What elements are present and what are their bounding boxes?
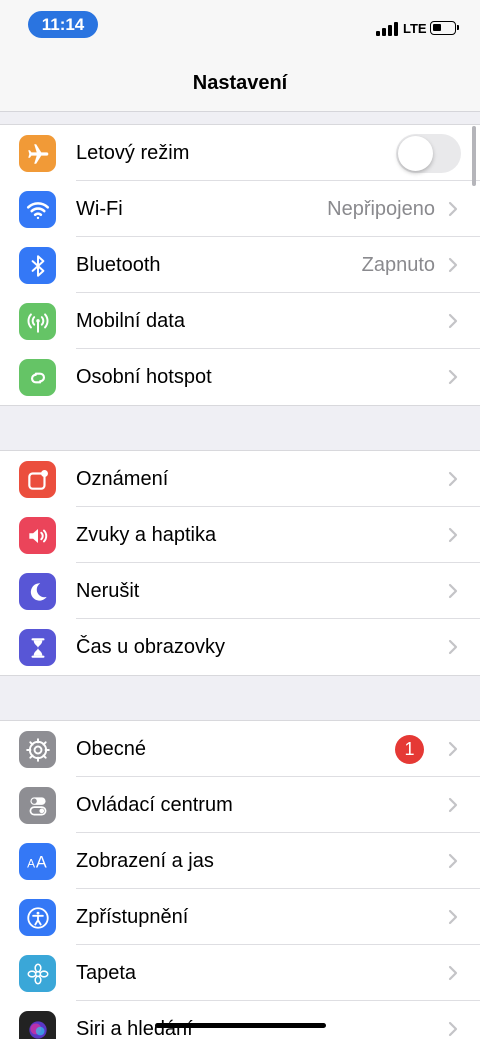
text-size-icon: AA	[19, 843, 56, 880]
row-label: Čas u obrazovky	[76, 635, 225, 658]
bluetooth-icon	[19, 247, 56, 284]
status-time[interactable]: 11:14	[28, 11, 98, 38]
page-title: Nastavení	[192, 72, 288, 94]
switches-icon	[19, 787, 56, 824]
row-label: Zobrazení a jas	[76, 849, 214, 872]
update-badge: 1	[395, 735, 424, 764]
chevron-right-icon	[448, 639, 458, 655]
chevron-right-icon	[448, 257, 458, 273]
row-label: Obecné	[76, 737, 147, 760]
chevron-right-icon	[448, 471, 458, 487]
row-label: Osobní hotspot	[76, 365, 212, 388]
chevron-right-icon	[448, 797, 458, 813]
row-label: Oznámení	[76, 467, 169, 490]
airplane-mode-toggle[interactable]	[396, 134, 461, 173]
speaker-icon	[19, 517, 56, 554]
wifi-icon	[19, 191, 56, 228]
accessibility-icon	[19, 899, 56, 936]
settings-row-screen-time[interactable]: Čas u obrazovky	[0, 619, 480, 675]
bluetooth-status: Zapnuto	[361, 253, 435, 276]
notifications-icon	[19, 461, 56, 498]
settings-group-notifications: Oznámení Zvuky a haptika Nerušit Čas u o…	[0, 450, 480, 676]
row-label: Zvuky a haptika	[76, 523, 217, 546]
gear-icon	[19, 731, 56, 768]
row-label: Letový režim	[76, 141, 190, 164]
antenna-icon	[19, 303, 56, 340]
settings-row-sounds-haptics[interactable]: Zvuky a haptika	[0, 507, 480, 563]
settings-row-personal-hotspot[interactable]: Osobní hotspot	[0, 349, 480, 405]
row-label: Tapeta	[76, 961, 137, 984]
settings-row-wifi[interactable]: Wi-Fi Nepřipojeno	[0, 181, 480, 237]
scroll-indicator[interactable]	[472, 126, 476, 186]
row-label: Zpřístupnění	[76, 905, 189, 928]
settings-row-display-brightness[interactable]: AA Zobrazení a jas	[0, 833, 480, 889]
chevron-right-icon	[448, 853, 458, 869]
row-label: Nerušit	[76, 579, 140, 602]
chevron-right-icon	[448, 909, 458, 925]
moon-icon	[19, 573, 56, 610]
settings-row-airplane-mode[interactable]: Letový režim	[0, 125, 480, 181]
chevron-right-icon	[448, 313, 458, 329]
flower-icon	[19, 955, 56, 992]
settings-row-notifications[interactable]: Oznámení	[0, 451, 480, 507]
chevron-right-icon	[448, 527, 458, 543]
chevron-right-icon	[448, 741, 458, 757]
row-label: Bluetooth	[76, 253, 161, 276]
svg-text:A: A	[27, 856, 35, 870]
settings-group-connectivity: Letový režim Wi-Fi Nepřipojeno Bluetooth…	[0, 124, 480, 406]
settings-row-bluetooth[interactable]: Bluetooth Zapnuto	[0, 237, 480, 293]
chevron-right-icon	[448, 965, 458, 981]
home-indicator[interactable]	[155, 1023, 326, 1028]
status-bar: 11:14 LTE	[0, 0, 480, 48]
row-label: Wi-Fi	[76, 197, 123, 220]
chevron-right-icon	[448, 201, 458, 217]
settings-row-mobile-data[interactable]: Mobilní data	[0, 293, 480, 349]
settings-group-general: Obecné 1 Ovládací centrum AA Zobrazení a…	[0, 720, 480, 1039]
navigation-bar: Nastavení	[0, 48, 480, 112]
hourglass-icon	[19, 629, 56, 666]
settings-row-control-center[interactable]: Ovládací centrum	[0, 777, 480, 833]
battery-icon	[430, 21, 459, 35]
cellular-signal-icon	[376, 22, 400, 36]
row-label: Mobilní data	[76, 309, 185, 332]
airplane-icon	[19, 135, 56, 172]
row-label: Siri a hledání	[76, 1017, 193, 1039]
settings-row-do-not-disturb[interactable]: Nerušit	[0, 563, 480, 619]
settings-row-siri-search[interactable]: Siri a hledání	[0, 1001, 480, 1039]
siri-icon	[19, 1011, 56, 1039]
settings-row-accessibility[interactable]: Zpřístupnění	[0, 889, 480, 945]
chevron-right-icon	[448, 1021, 458, 1037]
wifi-status: Nepřipojeno	[327, 197, 435, 220]
chevron-right-icon	[448, 369, 458, 385]
hotspot-icon	[19, 359, 56, 396]
svg-text:A: A	[35, 853, 46, 871]
chevron-right-icon	[448, 583, 458, 599]
settings-row-general[interactable]: Obecné 1	[0, 721, 480, 777]
row-label: Ovládací centrum	[76, 793, 233, 816]
settings-row-wallpaper[interactable]: Tapeta	[0, 945, 480, 1001]
network-type: LTE	[403, 21, 427, 36]
